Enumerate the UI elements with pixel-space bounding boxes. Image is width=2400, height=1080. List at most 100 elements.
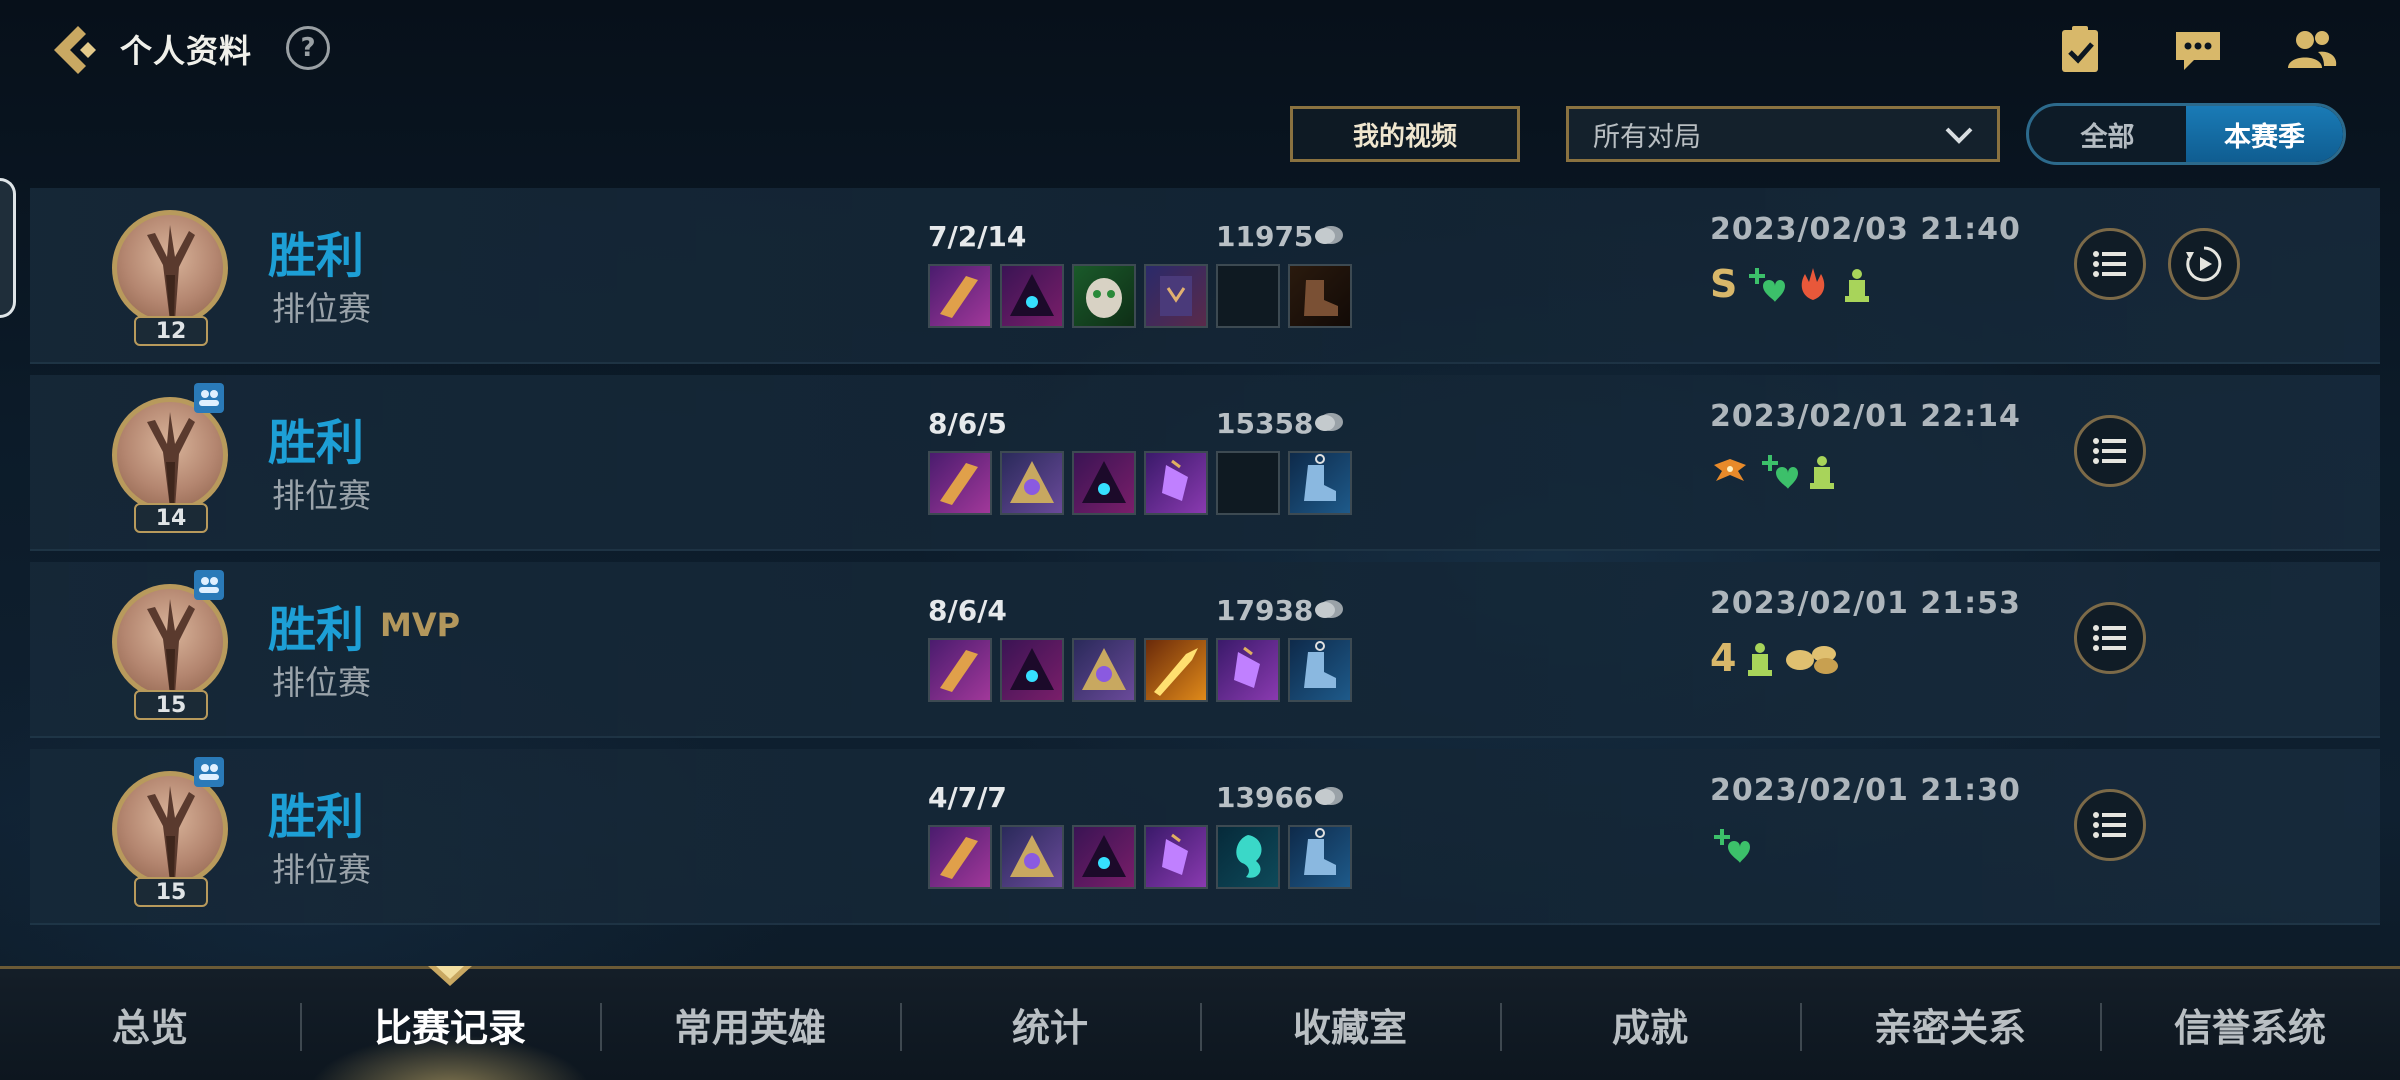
item-slot[interactable] [928,638,992,702]
gold-coin-icon [1315,226,1343,244]
season-current-option[interactable]: 本赛季 [2186,106,2343,162]
item-slot[interactable] [1072,638,1136,702]
item-slot[interactable] [1000,264,1064,328]
coins-icon [1786,646,1839,674]
back-arrow-icon[interactable] [48,20,108,80]
item-slot[interactable] [1000,825,1064,889]
gold-coin-icon [1315,413,1343,431]
item-slot[interactable] [1144,264,1208,328]
party-icon [194,570,224,600]
champion-level: 15 [134,690,208,720]
item-slot[interactable] [928,451,992,515]
champion-level: 15 [134,877,208,907]
match-datetime: 2023/02/01 21:53 [1710,586,2021,621]
item-slot[interactable] [1072,825,1136,889]
chevron-down-icon [1945,127,1973,144]
list-icon [2093,812,2126,838]
heal-icon [1762,455,1798,489]
season-toggle[interactable]: 全部 本赛季 [2026,103,2346,165]
match-badges: S [1710,260,1873,308]
item-slot[interactable] [928,825,992,889]
match-result: 胜利 [268,789,365,845]
match-row[interactable]: 15 胜利 MVP 排位赛 8/6/4 17938 2023/02/01 21:… [30,562,2380,738]
item-slot[interactable] [1288,264,1352,328]
item-slot[interactable] [1216,825,1280,889]
missions-icon[interactable] [2052,22,2108,78]
my-videos-button[interactable]: 我的视频 [1290,106,1520,162]
item-slot[interactable] [1288,638,1352,702]
item-slot[interactable] [1144,825,1208,889]
match-row[interactable]: 12 胜利 排位赛 7/2/14 11975 2023/02/03 21:40 … [30,188,2380,364]
match-details-button[interactable] [2074,228,2146,300]
quadra-kill-badge: 4 [1710,636,1737,680]
tab-collection[interactable]: 收藏室 [1200,969,1500,1080]
match-row[interactable]: 15 胜利 排位赛 4/7/7 13966 2023/02/01 21:30 [30,749,2380,925]
list-icon [2093,625,2126,651]
tower-icon [1748,643,1773,676]
tower-icon [1810,456,1834,489]
item-slot[interactable] [1288,825,1352,889]
champion-avatar [112,584,228,700]
item-slot[interactable] [1072,264,1136,328]
friends-icon[interactable] [2284,22,2340,78]
chat-icon[interactable] [2170,22,2226,78]
match-result: 胜利 [268,228,365,284]
item-slot[interactable] [1144,451,1208,515]
season-all-option[interactable]: 全部 [2029,106,2186,162]
match-datetime: 2023/02/01 21:30 [1710,773,2021,808]
gold-earned: 17938 [1216,594,1314,627]
match-details-button[interactable] [2074,789,2146,861]
item-slot[interactable] [1000,638,1064,702]
help-icon[interactable]: ? [286,26,330,70]
page-title: 个人资料 [120,32,253,70]
tab-favorite-champions[interactable]: 常用英雄 [600,969,900,1080]
tab-stats[interactable]: 统计 [900,969,1200,1080]
match-datetime: 2023/02/03 21:40 [1710,212,2021,247]
gold-earned: 13966 [1216,781,1314,814]
match-row[interactable]: 14 胜利 排位赛 8/6/5 15358 2023/02/01 22:14 [30,375,2380,551]
match-details-button[interactable] [2074,415,2146,487]
match-badges: 4 [1710,634,1844,682]
flame-icon [1802,268,1825,300]
queue-type: 排位赛 [272,289,371,328]
champion-avatar [112,771,228,887]
item-build [928,825,1352,889]
side-drawer-handle[interactable] [0,178,16,318]
item-slot-empty[interactable] [1216,264,1280,328]
item-slot-empty[interactable] [1216,451,1280,515]
item-slot[interactable] [1288,451,1352,515]
gold-earned: 11975 [1216,220,1314,253]
active-tab-indicator [428,966,472,986]
gold-coin-icon [1315,787,1343,805]
champion-avatar [112,397,228,513]
item-slot[interactable] [1144,638,1208,702]
tab-honor-system[interactable]: 信誉系统 [2100,969,2400,1080]
replay-button[interactable] [2168,228,2240,300]
item-slot[interactable] [1000,451,1064,515]
item-slot[interactable] [1072,451,1136,515]
s-rank-badge: S [1710,262,1738,306]
item-slot[interactable] [1216,638,1280,702]
tab-achievements[interactable]: 成就 [1500,969,1800,1080]
tab-overview[interactable]: 总览 [0,969,300,1080]
tab-relationships[interactable]: 亲密关系 [1800,969,2100,1080]
match-details-button[interactable] [2074,602,2146,674]
item-slot[interactable] [928,264,992,328]
gold-coin-icon [1315,600,1343,618]
bottom-tab-bar: 总览 比赛记录 常用英雄 统计 收藏室 成就 亲密关系 信誉系统 [0,966,2400,1080]
champion-avatar [112,210,228,326]
list-icon [2093,438,2126,464]
mvp-badge: MVP [380,606,461,644]
champion-level: 14 [134,503,208,533]
kda: 8/6/5 [928,407,1007,440]
kda: 4/7/7 [928,781,1007,814]
item-build [928,451,1352,515]
replay-icon [2186,246,2222,282]
dragon-icon [1714,459,1746,481]
match-badges [1710,821,1750,869]
match-datetime: 2023/02/01 22:14 [1710,399,2021,434]
match-type-value: 所有对局 [1593,121,1701,153]
list-icon [2093,251,2126,277]
match-type-dropdown[interactable]: 所有对局 [1566,106,2000,162]
match-result: 胜利 [268,602,365,658]
